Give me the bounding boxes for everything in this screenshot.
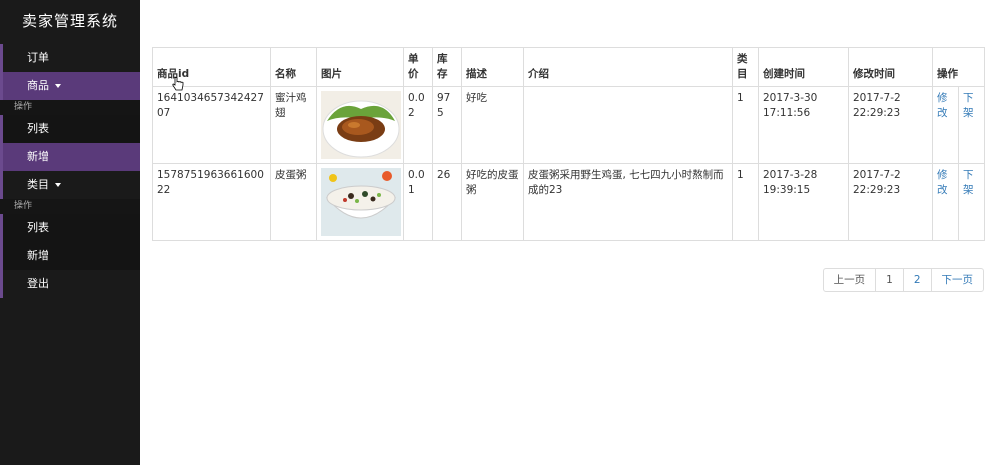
cell-category: 1: [732, 86, 759, 164]
header-cell-desc: 描述: [461, 47, 524, 87]
brand-title: 卖家管理系统: [22, 12, 119, 30]
table-row: 164103465734242707 蜜汁鸡翅 0.02 975 好吃 1 20…: [152, 86, 985, 164]
cell-intro: [523, 86, 733, 164]
offline-link[interactable]: 下架: [963, 169, 974, 196]
sidebar-item-products[interactable]: 商品: [0, 72, 140, 100]
main-content: 商品id 名称 图片 单价 库存 描述 介绍 类目 创建时间 修改时间 操作 1…: [152, 47, 985, 241]
page-button-1[interactable]: 1: [875, 268, 904, 292]
cell-category: 1: [732, 163, 759, 241]
table-header-row: 商品id 名称 图片 单价 库存 描述 介绍 类目 创建时间 修改时间 操作: [152, 47, 985, 87]
cell-offline: 下架: [958, 163, 985, 241]
cell-modified: 2017-7-2 22:29:23: [848, 86, 933, 164]
cell-id: 157875196366160022: [152, 163, 271, 241]
cell-desc: 好吃的皮蛋粥: [461, 163, 524, 241]
cell-edit: 修改: [932, 86, 959, 164]
sidebar-section-header: 操作: [0, 199, 140, 214]
header-cell-price: 单价: [403, 47, 433, 87]
cell-created: 2017-3-28 19:39:15: [758, 163, 849, 241]
sidebar-nav: 订单 商品 操作 列表 新增 类目 操作 列表 新增 登出: [0, 44, 140, 298]
sidebar-section-header: 操作: [0, 100, 140, 115]
prev-page-button[interactable]: 上一页: [822, 268, 877, 292]
pagination: 上一页 1 2 下一页: [822, 268, 984, 292]
cell-desc: 好吃: [461, 86, 524, 164]
caret-down-icon: [55, 183, 61, 187]
header-cell-name: 名称: [270, 47, 317, 87]
header-cell-intro: 介绍: [523, 47, 733, 87]
cell-name: 皮蛋粥: [270, 163, 317, 241]
cell-name: 蜜汁鸡翅: [270, 86, 317, 164]
offline-link[interactable]: 下架: [963, 92, 974, 119]
sidebar-item-categories[interactable]: 类目: [0, 171, 140, 199]
header-cell-id: 商品id: [152, 47, 271, 87]
header-cell-actions: 操作: [932, 47, 985, 87]
header-cell-created: 创建时间: [758, 47, 849, 87]
cell-price: 0.01: [403, 163, 433, 241]
cell-image: [316, 163, 404, 241]
sidebar-item-label: 商品: [27, 79, 49, 92]
hand-cursor-icon: [172, 77, 184, 94]
cell-intro: 皮蛋粥采用野生鸡蛋, 七七四九小时熬制而成的23: [523, 163, 733, 241]
sidebar-item-label: 订单: [27, 51, 49, 64]
edit-link[interactable]: 修改: [937, 92, 948, 119]
sidebar: 卖家管理系统 订单 商品 操作 列表 新增 类目 操作 列表 新增 登出: [0, 0, 140, 465]
cell-stock: 975: [432, 86, 462, 164]
sidebar-item-product-add[interactable]: 新增: [0, 143, 140, 171]
table-row: 157875196366160022 皮蛋粥 0.01 26 好吃的皮蛋粥 皮蛋…: [152, 163, 985, 241]
next-page-button[interactable]: 下一页: [930, 268, 984, 292]
sidebar-item-label: 列表: [27, 221, 49, 234]
header-cell-category: 类目: [732, 47, 759, 87]
sidebar-item-label: 登出: [27, 277, 49, 290]
congee-image: [321, 168, 401, 236]
cell-price: 0.02: [403, 86, 433, 164]
header-cell-stock: 库存: [432, 47, 462, 87]
header-cell-modified: 修改时间: [848, 47, 933, 87]
sidebar-item-category-add[interactable]: 新增: [0, 242, 140, 270]
product-table: 商品id 名称 图片 单价 库存 描述 介绍 类目 创建时间 修改时间 操作 1…: [152, 47, 985, 241]
header-cell-image: 图片: [316, 47, 404, 87]
sidebar-item-label: 类目: [27, 178, 49, 191]
cell-modified: 2017-7-2 22:29:23: [848, 163, 933, 241]
page-button-2[interactable]: 2: [902, 268, 932, 292]
cell-image: [316, 86, 404, 164]
sidebar-item-product-list[interactable]: 列表: [0, 115, 140, 143]
caret-down-icon: [55, 84, 61, 88]
sidebar-item-logout[interactable]: 登出: [0, 270, 140, 298]
chicken-wings-image: [321, 91, 401, 159]
edit-link[interactable]: 修改: [937, 169, 948, 196]
sidebar-item-label: 列表: [27, 122, 49, 135]
cell-offline: 下架: [958, 86, 985, 164]
sidebar-item-label: 新增: [27, 150, 49, 163]
sidebar-item-category-list[interactable]: 列表: [0, 214, 140, 242]
sidebar-item-orders[interactable]: 订单: [0, 44, 140, 72]
cell-id: 164103465734242707: [152, 86, 271, 164]
cell-stock: 26: [432, 163, 462, 241]
sidebar-item-label: 新增: [27, 249, 49, 262]
cell-edit: 修改: [932, 163, 959, 241]
cell-created: 2017-3-30 17:11:56: [758, 86, 849, 164]
